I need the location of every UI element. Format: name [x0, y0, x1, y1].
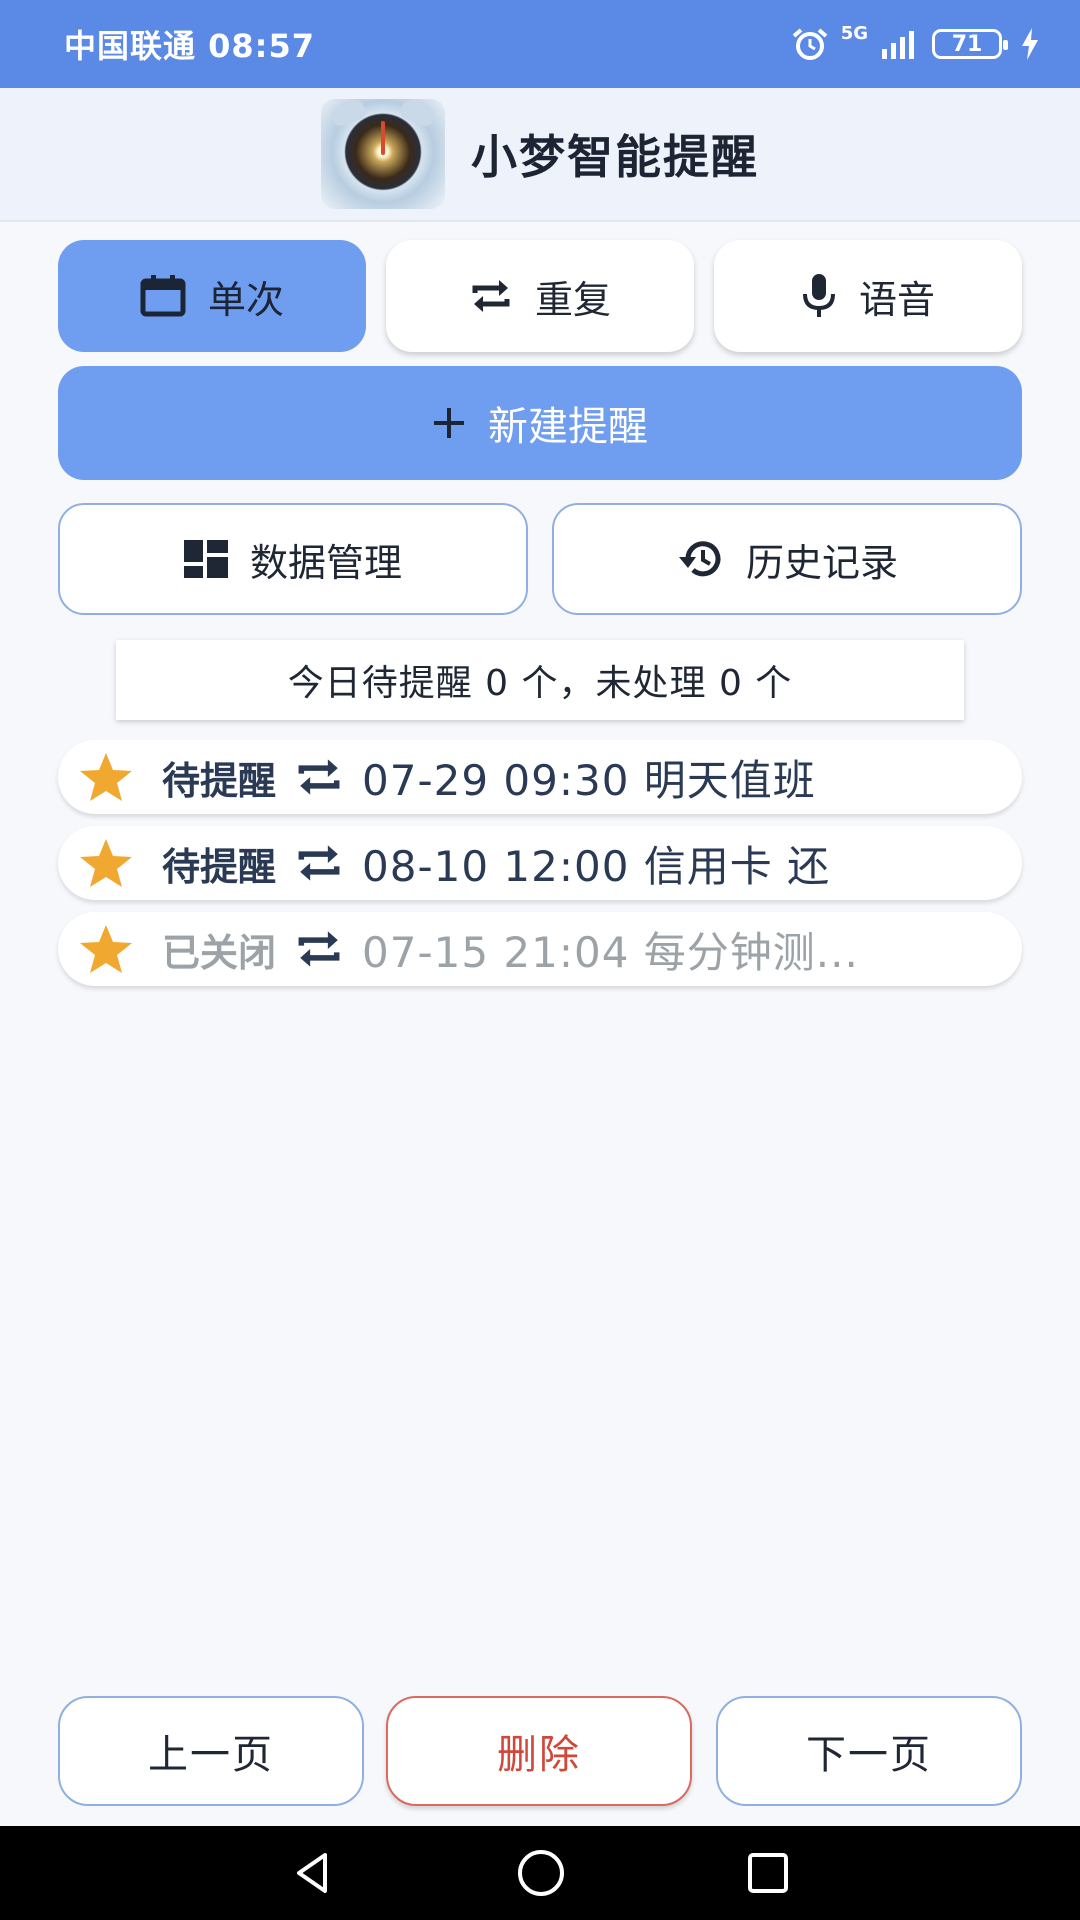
signal-icon	[882, 31, 914, 59]
star-icon	[80, 753, 132, 801]
microphone-icon	[802, 274, 835, 317]
app-header: 小梦智能提醒	[0, 88, 1080, 222]
home-icon[interactable]	[515, 1847, 567, 1899]
star-icon	[80, 839, 132, 887]
plus-icon	[434, 408, 464, 438]
prev-page-button[interactable]: 上一页	[58, 1696, 364, 1806]
data-management-label: 数据管理	[249, 540, 402, 585]
tab-repeat-label: 重复	[534, 277, 611, 322]
data-management-button[interactable]: 数据管理	[58, 503, 528, 615]
reminder-text: 08-10 12:00 信用卡 还	[362, 841, 831, 891]
reminder-status: 待提醒	[162, 758, 277, 803]
back-icon[interactable]	[289, 1849, 337, 1897]
new-reminder-label: 新建提醒	[488, 404, 648, 450]
reminder-item[interactable]: 已关闭 07-15 21:04 每分钟测...	[58, 912, 1022, 986]
charging-bolt-icon	[1022, 28, 1038, 60]
repeat-icon	[298, 931, 340, 967]
alarm-clock-icon	[792, 28, 827, 60]
app-title: 小梦智能提醒	[471, 130, 759, 184]
tab-single-label: 单次	[207, 277, 284, 322]
tab-voice-label: 语音	[858, 277, 935, 322]
history-icon	[678, 541, 721, 577]
history-button[interactable]: 历史记录	[552, 503, 1022, 615]
battery-level: 71	[951, 31, 983, 57]
recents-icon[interactable]	[745, 1850, 791, 1896]
today-summary: 今日待提醒 0 个，未处理 0 个	[116, 640, 964, 720]
repeat-icon	[298, 759, 340, 795]
repeat-icon	[298, 845, 340, 881]
reminder-text: 07-15 21:04 每分钟测...	[362, 927, 859, 977]
app-logo-alarm-clock	[321, 99, 445, 209]
star-icon	[80, 925, 132, 973]
status-bar: 中国联通 08:57 5G 71	[0, 0, 1080, 88]
new-reminder-button[interactable]: 新建提醒	[58, 366, 1022, 480]
status-icons: 5G 71	[791, 23, 1040, 61]
system-nav-bar	[0, 1826, 1080, 1920]
dashboard-icon	[183, 540, 228, 578]
carrier-time: 中国联通 08:57	[64, 27, 316, 65]
tab-voice[interactable]: 语音	[714, 240, 1022, 352]
history-label: 历史记录	[745, 540, 898, 585]
tab-repeat[interactable]: 重复	[386, 240, 694, 352]
calendar-icon	[140, 275, 186, 317]
next-page-button[interactable]: 下一页	[716, 1696, 1022, 1806]
reminder-item[interactable]: 待提醒 07-29 09:30 明天值班	[58, 740, 1022, 814]
delete-button[interactable]: 删除	[386, 1696, 692, 1806]
tab-single[interactable]: 单次	[58, 240, 366, 352]
network-type: 5G	[840, 23, 868, 44]
battery-indicator: 71	[932, 29, 1008, 59]
reminder-status: 待提醒	[162, 844, 277, 889]
reminder-status: 已关闭	[162, 930, 277, 975]
reminder-text: 07-29 09:30 明天值班	[362, 755, 816, 805]
reminder-item[interactable]: 待提醒 08-10 12:00 信用卡 还	[58, 826, 1022, 900]
repeat-icon	[472, 280, 510, 312]
